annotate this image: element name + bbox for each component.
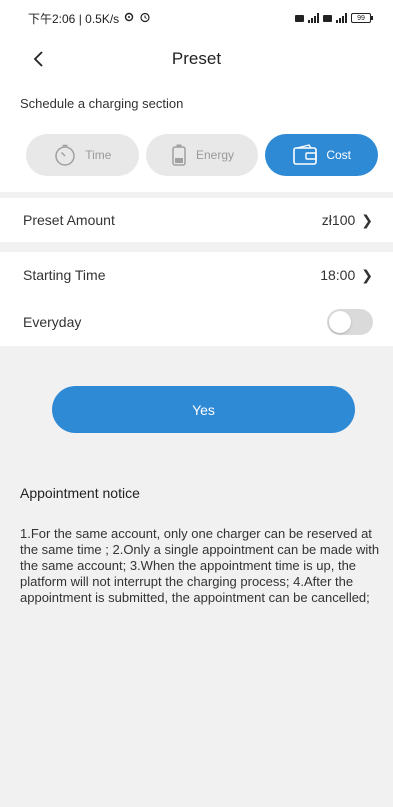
signal-icon	[336, 13, 347, 23]
signal-icon	[308, 13, 319, 23]
page-title: Preset	[171, 49, 222, 68]
sim-icon	[323, 14, 332, 22]
toggle-knob	[329, 311, 351, 333]
battery-level: 99	[357, 14, 365, 22]
mode-energy-button[interactable]: Energy	[145, 134, 259, 176]
battery-icon	[172, 144, 186, 166]
schedule-section: Schedule a charging section Time Energy …	[0, 82, 393, 192]
starting-time-value: 18:00	[320, 267, 356, 283]
mode-cost-button[interactable]: Cost	[265, 134, 379, 176]
starting-time-value-group: 18:00 ❯	[320, 267, 373, 284]
status-right: 99	[295, 13, 373, 23]
mode-selector: Time Energy Cost	[26, 134, 379, 176]
mode-cost-label: Cost	[326, 148, 352, 162]
gear-icon	[123, 11, 135, 26]
mode-energy-label: Energy	[195, 148, 235, 162]
everyday-row: Everyday	[0, 298, 393, 346]
chevron-left-icon	[33, 51, 43, 67]
notice-title: Appointment notice	[20, 485, 140, 501]
preset-amount-row[interactable]: Preset Amount zł100 ❯	[0, 198, 393, 242]
starting-time-row[interactable]: Starting Time 18:00 ❯	[0, 252, 393, 298]
alarm-icon	[139, 11, 151, 26]
status-time-speed: 下午2:06 | 0.5K/s	[28, 11, 120, 26]
everyday-label: Everyday	[23, 314, 82, 330]
preset-amount-value-group: zł100 ❯	[322, 212, 373, 229]
status-bar: 下午2:06 | 0.5K/s 99	[0, 0, 393, 36]
everyday-toggle[interactable]	[327, 309, 373, 335]
timer-icon	[55, 144, 75, 166]
battery-status-icon: 99	[351, 13, 373, 23]
preset-amount-label: Preset Amount	[23, 212, 115, 228]
chevron-right-icon: ❯	[361, 211, 373, 228]
wallet-icon	[293, 144, 318, 165]
yes-button[interactable]: Yes	[52, 386, 355, 433]
chevron-right-icon: ❯	[361, 266, 373, 283]
mode-time-label: Time	[85, 148, 112, 162]
preset-amount-value: zł100	[321, 212, 356, 228]
sim-icon	[295, 14, 304, 22]
starting-time-label: Starting Time	[23, 267, 106, 283]
notice-body: 1.For the same account, only one charger…	[20, 526, 380, 605]
status-left: 下午2:06 | 0.5K/s	[28, 10, 151, 27]
back-button[interactable]	[28, 48, 48, 70]
mode-time-button[interactable]: Time	[26, 134, 139, 176]
schedule-label: Schedule a charging section	[20, 96, 184, 111]
header: Preset	[0, 36, 393, 82]
